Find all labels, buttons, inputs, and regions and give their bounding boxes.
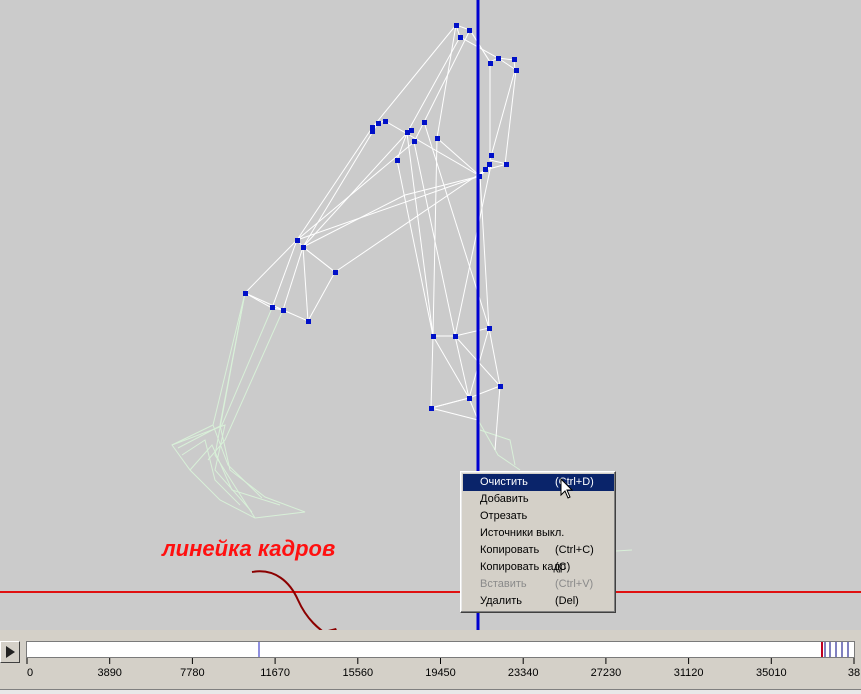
ruler-ticks: 0 3890 7780 11670 15560 19450 23340 27230 31120 3… — [26, 658, 860, 679]
ruler-tick-label: 7780 — [180, 667, 204, 679]
menu-item-label: Копировать — [480, 544, 540, 556]
ruler-tick-label: 31120 — [674, 667, 704, 679]
menu-item-shortcut: (Del) — [555, 595, 579, 607]
ruler-tick-label: 15560 — [343, 667, 374, 679]
menu-item-cut[interactable]: Отрезать — [463, 508, 614, 525]
3d-viewport[interactable]: линейка кадров Очистить (Ctrl+D) Добавит… — [0, 0, 861, 630]
frame-ruler[interactable]: 0 3890 7780 11670 15560 19450 23340 27230 31120 3… — [0, 630, 861, 690]
skeleton-canvas[interactable] — [0, 0, 861, 630]
menu-item-copy-frame[interactable]: Копировать кадр (C) — [463, 559, 614, 576]
ruler-tick-label: 27230 — [591, 667, 622, 679]
keyframe-markers — [821, 642, 849, 657]
horizontal-scrollbar[interactable] — [0, 689, 861, 694]
menu-item-label: Копировать кадр — [480, 561, 566, 573]
menu-item-copy[interactable]: Копировать (Ctrl+C) — [463, 542, 614, 559]
ruler-tick-label: 0 — [27, 667, 33, 679]
menu-item-delete[interactable]: Удалить (Del) — [463, 593, 614, 610]
menu-item-add[interactable]: Добавить — [463, 491, 614, 508]
menu-item-label: Источники выкл. — [480, 527, 565, 539]
skeleton-wireframe — [244, 24, 517, 451]
menu-item-sources-off[interactable]: Источники выкл. — [463, 525, 614, 542]
menu-item-label: Отрезать — [480, 510, 528, 522]
menu-item-label: Очистить — [480, 476, 528, 488]
menu-item-clear[interactable]: Очистить (Ctrl+D) — [463, 474, 614, 491]
annotation-arrow — [251, 570, 337, 630]
menu-item-shortcut: (C) — [555, 561, 571, 573]
ruler-tick-label: 38 — [848, 667, 860, 679]
menu-item-shortcut: (Ctrl+C) — [555, 544, 594, 556]
menu-item-label: Добавить — [480, 493, 529, 505]
menu-item-paste: Вставить (Ctrl+V) — [463, 576, 614, 593]
mouse-cursor-icon — [560, 478, 574, 499]
menu-item-shortcut: (Ctrl+V) — [555, 578, 594, 590]
ruler-tick-label: 11670 — [260, 667, 290, 679]
ruler-tick-label: 35010 — [756, 667, 787, 679]
context-menu: Очистить (Ctrl+D) Добавить Отрезать Исто… — [460, 471, 616, 613]
menu-item-label: Вставить — [480, 578, 527, 590]
frame-ruler-annotation: линейка кадров — [162, 536, 336, 561]
frame-timeline: 0 3890 7780 11670 15560 19450 23340 27230 31120 3… — [0, 630, 861, 694]
ruler-tick-label: 3890 — [97, 667, 121, 679]
ruler-tick-label: 19450 — [425, 667, 456, 679]
menu-item-label: Удалить — [480, 595, 522, 607]
ruler-tick-label: 23340 — [508, 667, 539, 679]
